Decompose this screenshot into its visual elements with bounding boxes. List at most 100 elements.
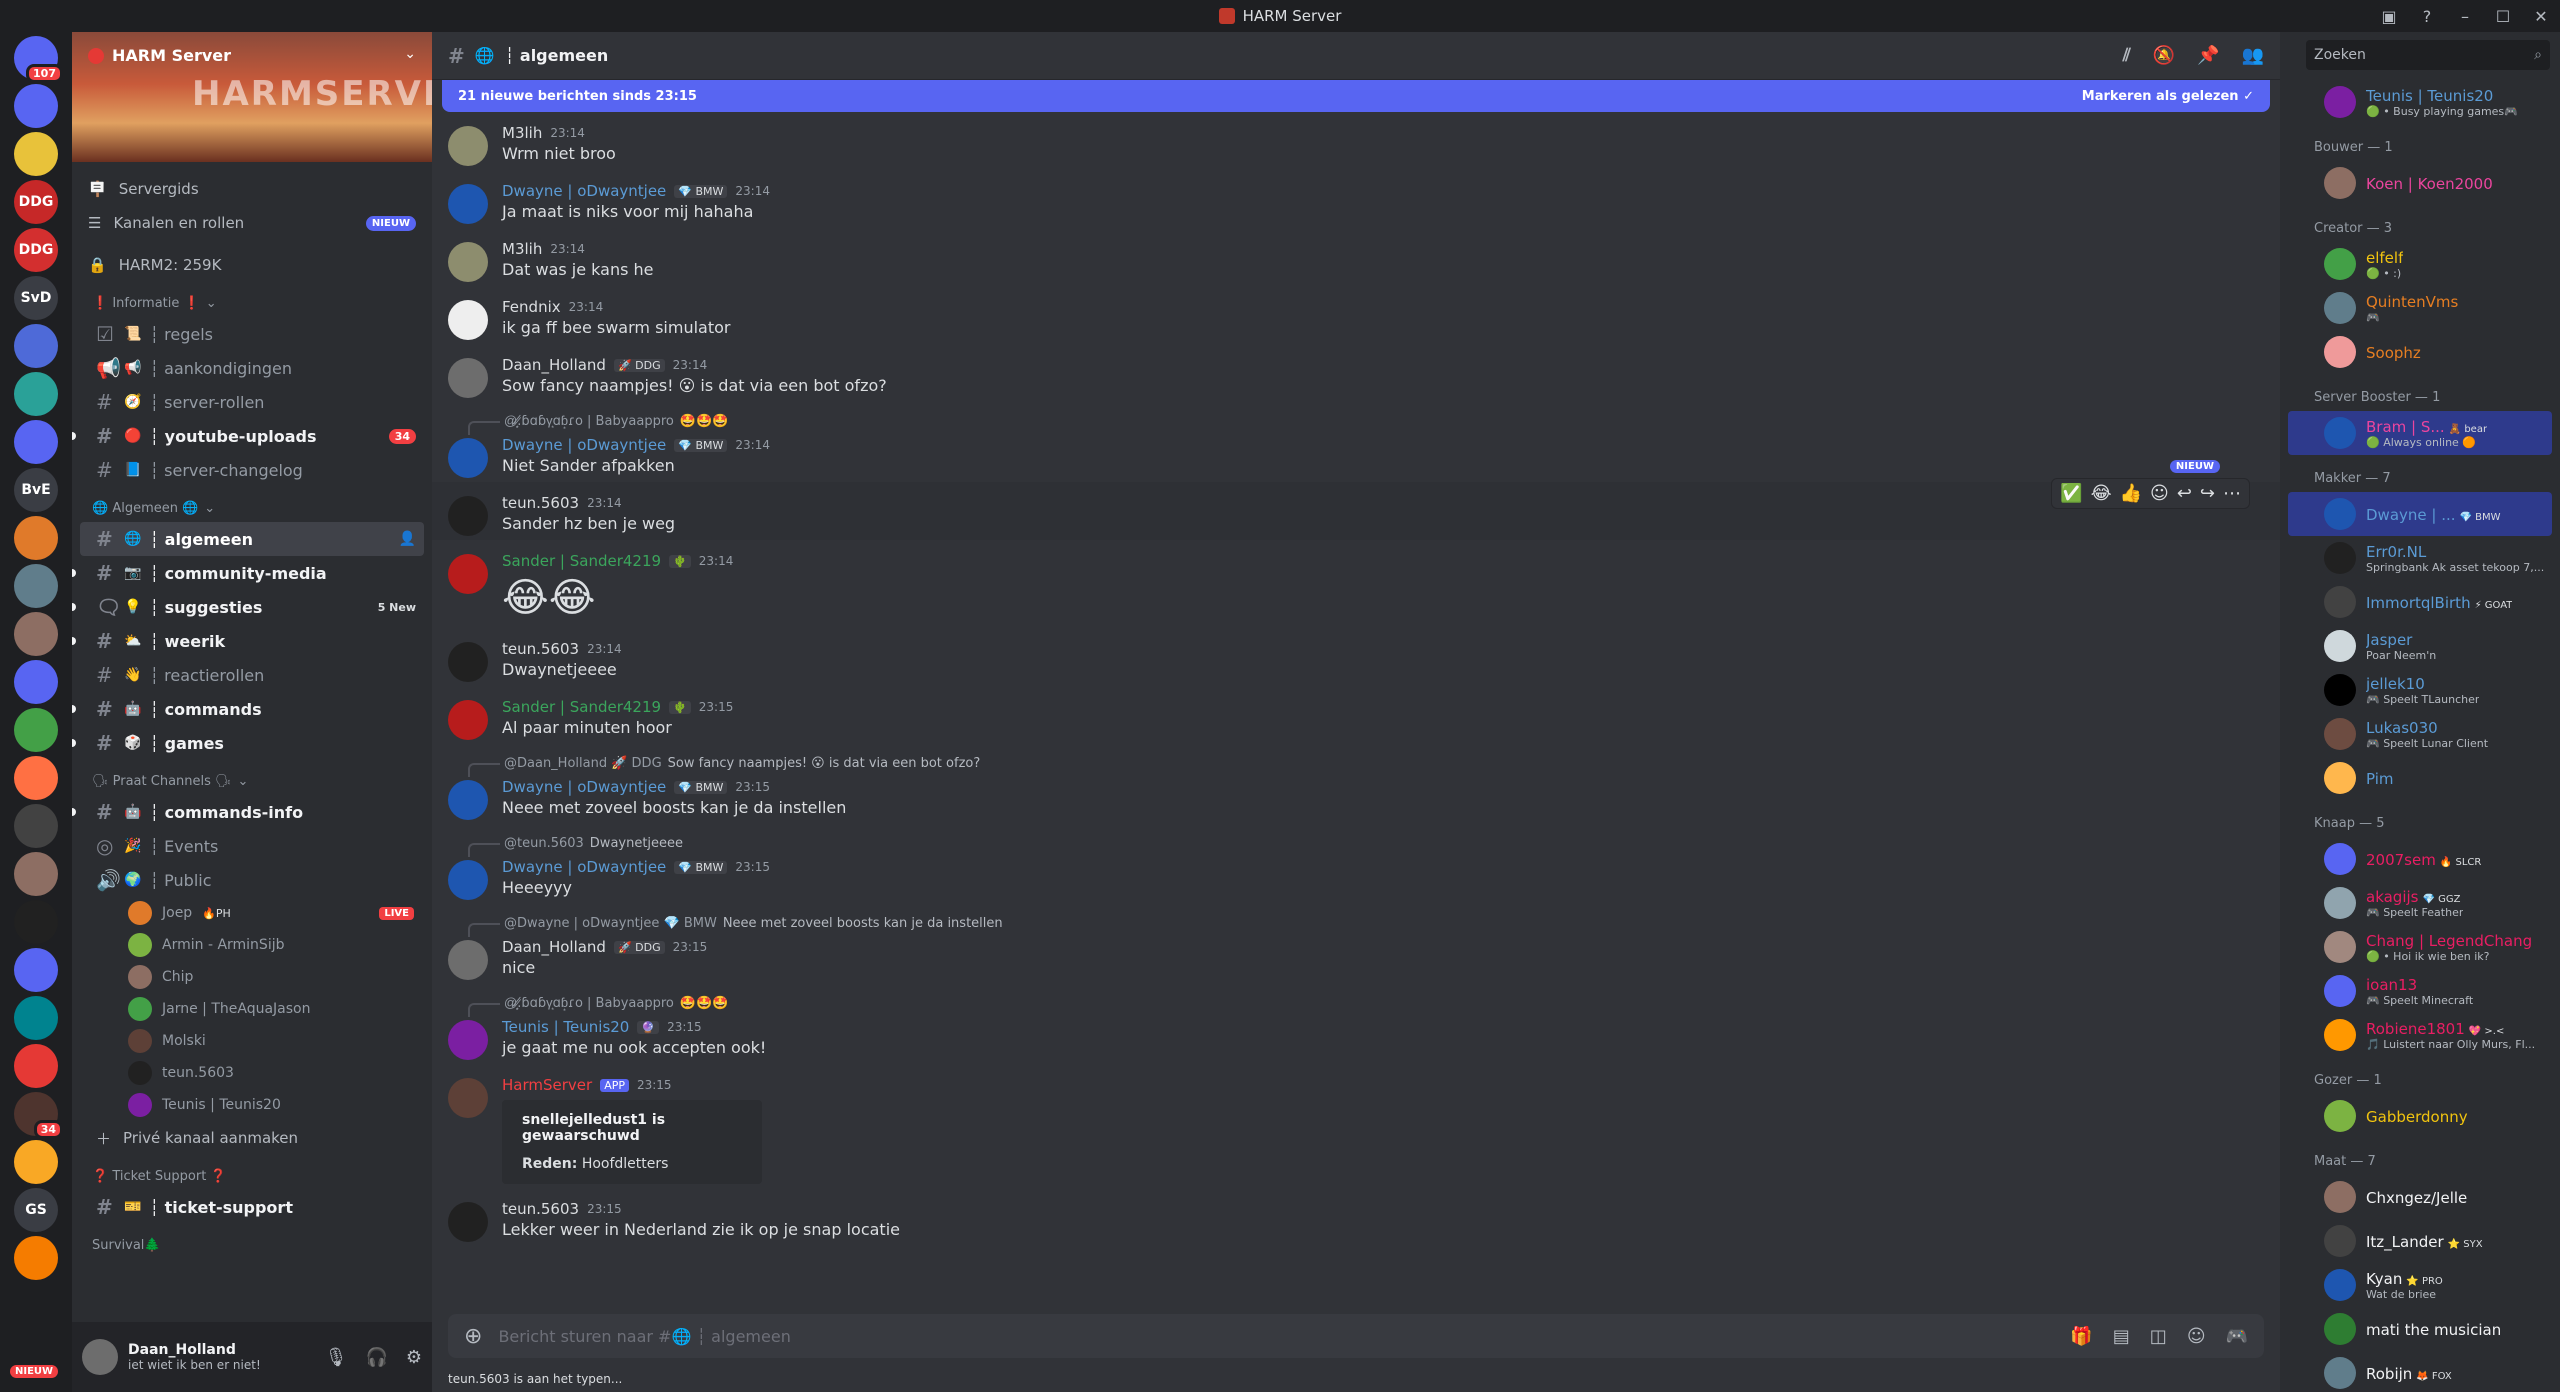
voice-user[interactable]: Armin - ArminSijb <box>80 929 424 961</box>
server-icon[interactable]: SvD <box>14 276 58 320</box>
server-icon[interactable]: 34 <box>14 1092 63 1139</box>
server-icon[interactable] <box>14 756 58 800</box>
channel-item[interactable]: # 🌐 ┆ algemeen 👤 <box>80 522 424 556</box>
channel-item[interactable]: # 📘 ┆ server-changelog <box>80 453 424 487</box>
member-list-icon[interactable]: 👥 <box>2242 45 2264 66</box>
apps-icon[interactable]: 🎮 <box>2226 1326 2248 1347</box>
avatar[interactable] <box>448 1078 488 1118</box>
avatar[interactable] <box>448 700 488 740</box>
author-name[interactable]: Sander | Sander4219 <box>502 698 661 716</box>
server-banner[interactable]: HARM Server ⌄ HARMSERVER <box>72 32 432 162</box>
reply-preview[interactable]: @Daan_Holland 🚀 DDG Sow fancy naampjes! 😮… <box>432 752 2280 777</box>
member-item[interactable]: akagijs 💎 GGZ 🎮 Speelt Feather <box>2288 881 2552 925</box>
gift-icon[interactable]: 🎁 <box>2070 1326 2092 1347</box>
member-item[interactable]: Kyan ⭐ PRO Wat de briee <box>2288 1263 2552 1307</box>
server-icon[interactable] <box>14 324 58 368</box>
member-item[interactable]: Lukas030 🎮 Speelt Lunar Client <box>2288 712 2552 756</box>
avatar[interactable] <box>448 1202 488 1242</box>
message[interactable]: Sander | Sander4219 🌵 23:15 Al paar minuten… <box>432 694 2280 744</box>
server-icon[interactable]: DDG <box>14 228 58 272</box>
channel-item[interactable]: # 🔴 ┆ youtube-uploads 34 <box>72 419 424 453</box>
avatar[interactable] <box>448 438 488 478</box>
author-name[interactable]: teun.5603 <box>502 494 579 512</box>
notification-bell-icon[interactable]: 🔕 <box>2153 45 2175 66</box>
member-item[interactable]: Chang | LegendChang 🟢 • Hoi ik wie ben ik… <box>2288 925 2552 969</box>
minimize-button[interactable]: – <box>2446 7 2484 26</box>
search-input[interactable] <box>2314 47 2535 63</box>
member-item[interactable]: Gabberdonny <box>2288 1094 2552 1138</box>
check-reaction-icon[interactable]: ✅ <box>2060 483 2082 504</box>
server-icon[interactable]: GS <box>14 1188 58 1232</box>
member-item[interactable]: Err0r.NL Springbank Ak asset tekoop 7,... <box>2288 536 2552 580</box>
headphones-icon[interactable]: 🎧 <box>365 1347 387 1368</box>
sidebar-item-list[interactable]: ☰ Kanalen en rollen NIEUW <box>72 206 432 240</box>
server-icon[interactable] <box>14 996 58 1040</box>
message[interactable]: Daan_Holland 🚀 DDG 23:14 Sow fancy naampjes… <box>432 352 2280 402</box>
sticker-icon[interactable]: ◫ <box>2150 1326 2167 1347</box>
server-icon[interactable] <box>14 948 58 992</box>
server-icon[interactable]: 107 <box>14 36 63 83</box>
chevron-down-icon[interactable]: ⌄ <box>404 46 416 62</box>
author-name[interactable]: Dwayne | oDwayntjee <box>502 182 666 200</box>
avatar[interactable] <box>448 496 488 536</box>
reply-preview[interactable]: @teun.5603 Dwaynetjeeee <box>432 832 2280 857</box>
member-item[interactable]: ImmortqlBirth ⚡ GOAT <box>2288 580 2552 624</box>
message[interactable]: teun.5603 23:14 Dwaynetjeeee <box>432 636 2280 686</box>
avatar[interactable] <box>448 184 488 224</box>
server-icon[interactable] <box>14 612 58 656</box>
author-name[interactable]: Dwayne | oDwayntjee <box>502 778 666 796</box>
channel-item[interactable]: # 🎲 ┆ games <box>72 726 424 760</box>
voice-user[interactable]: Jarne | TheAquaJason <box>80 993 424 1025</box>
message[interactable]: Dwayne | oDwayntjee 💎 BMW 23:14 Ja maat is … <box>432 178 2280 228</box>
mark-as-read-button[interactable]: Markeren als gelezen ✓ <box>2082 89 2254 104</box>
message[interactable]: teun.5603 23:15 Lekker weer in Nederland z… <box>432 1196 2280 1246</box>
channel-item[interactable]: # ⛅ ┆ weerik <box>72 624 424 658</box>
add-reaction-icon[interactable]: ☺ <box>2150 483 2169 504</box>
message[interactable]: Dwayne | oDwayntjee 💎 BMW 23:15 Neee met zo… <box>432 774 2280 824</box>
emoji-icon[interactable]: ☺ <box>2187 1326 2206 1347</box>
server-icon[interactable] <box>14 372 58 416</box>
author-name[interactable]: M3lih <box>502 240 542 258</box>
channel-item[interactable]: ◎ 🎉 ┆ Events <box>80 829 424 863</box>
avatar[interactable] <box>448 358 488 398</box>
author-name[interactable]: Sander | Sander4219 <box>502 552 661 570</box>
message[interactable]: Teunis | Teunis20 🔮 23:15 je gaat me nu ook… <box>432 1014 2280 1064</box>
reply-preview[interactable]: @Dwayne | oDwayntjee 💎 BMW Neee met zovee… <box>432 912 2280 937</box>
server-icon[interactable] <box>14 1236 58 1280</box>
avatar[interactable] <box>448 242 488 282</box>
voice-user[interactable]: Joep 🔥PH LIVE <box>80 897 424 929</box>
channel-item[interactable]: ☑ 📜 ┆ regels <box>80 317 424 351</box>
avatar[interactable] <box>448 860 488 900</box>
channel-item[interactable]: # 🤖 ┆ commands <box>72 692 424 726</box>
pin-icon[interactable]: 📌 <box>2197 45 2219 66</box>
gif-icon[interactable]: ▤ <box>2113 1326 2130 1347</box>
maximize-button[interactable]: ☐ <box>2484 7 2522 26</box>
member-item[interactable]: elfelf 🟢 • :) <box>2288 242 2552 286</box>
channel-item[interactable]: # 📷 ┆ community-media <box>72 556 424 590</box>
author-name[interactable]: Daan_Holland <box>502 938 606 956</box>
channel-item[interactable]: # 👋 ┆ reactierollen <box>80 658 424 692</box>
message[interactable]: Sander | Sander4219 🌵 23:14 😂😂 <box>432 548 2280 628</box>
server-icon[interactable] <box>14 900 58 944</box>
server-icon[interactable] <box>14 1044 58 1088</box>
server-icon[interactable] <box>14 420 58 464</box>
laugh-reaction-icon[interactable]: 😂 <box>2091 483 2112 504</box>
member-item[interactable]: ioan13 🎮 Speelt Minecraft <box>2288 969 2552 1013</box>
channel-item[interactable]: 📢 📢 ┆ aankondigingen <box>80 351 424 385</box>
avatar[interactable] <box>448 126 488 166</box>
member-item[interactable]: mati the musician <box>2288 1307 2552 1351</box>
author-name[interactable]: teun.5603 <box>502 1200 579 1218</box>
member-item[interactable]: Chxngez/Jelle <box>2288 1175 2552 1219</box>
create-private-channel[interactable]: ＋ Privé kanaal aanmaken <box>72 1121 432 1155</box>
member-item[interactable]: Robiene1801 💖 >.< 🎵 Luistert naar Olly Mur… <box>2288 1013 2552 1057</box>
avatar[interactable] <box>82 1339 118 1375</box>
server-icon[interactable] <box>14 84 58 128</box>
server-icon[interactable] <box>14 660 58 704</box>
server-icon[interactable] <box>14 1140 58 1184</box>
avatar[interactable] <box>448 780 488 820</box>
member-item[interactable]: Robijn 🦊 FOX <box>2288 1351 2552 1392</box>
avatar[interactable] <box>448 642 488 682</box>
voice-user[interactable]: Teunis | Teunis20 <box>80 1089 424 1121</box>
member-item[interactable]: Dwayne | ... 💎 BMW <box>2288 492 2552 536</box>
avatar[interactable] <box>448 300 488 340</box>
